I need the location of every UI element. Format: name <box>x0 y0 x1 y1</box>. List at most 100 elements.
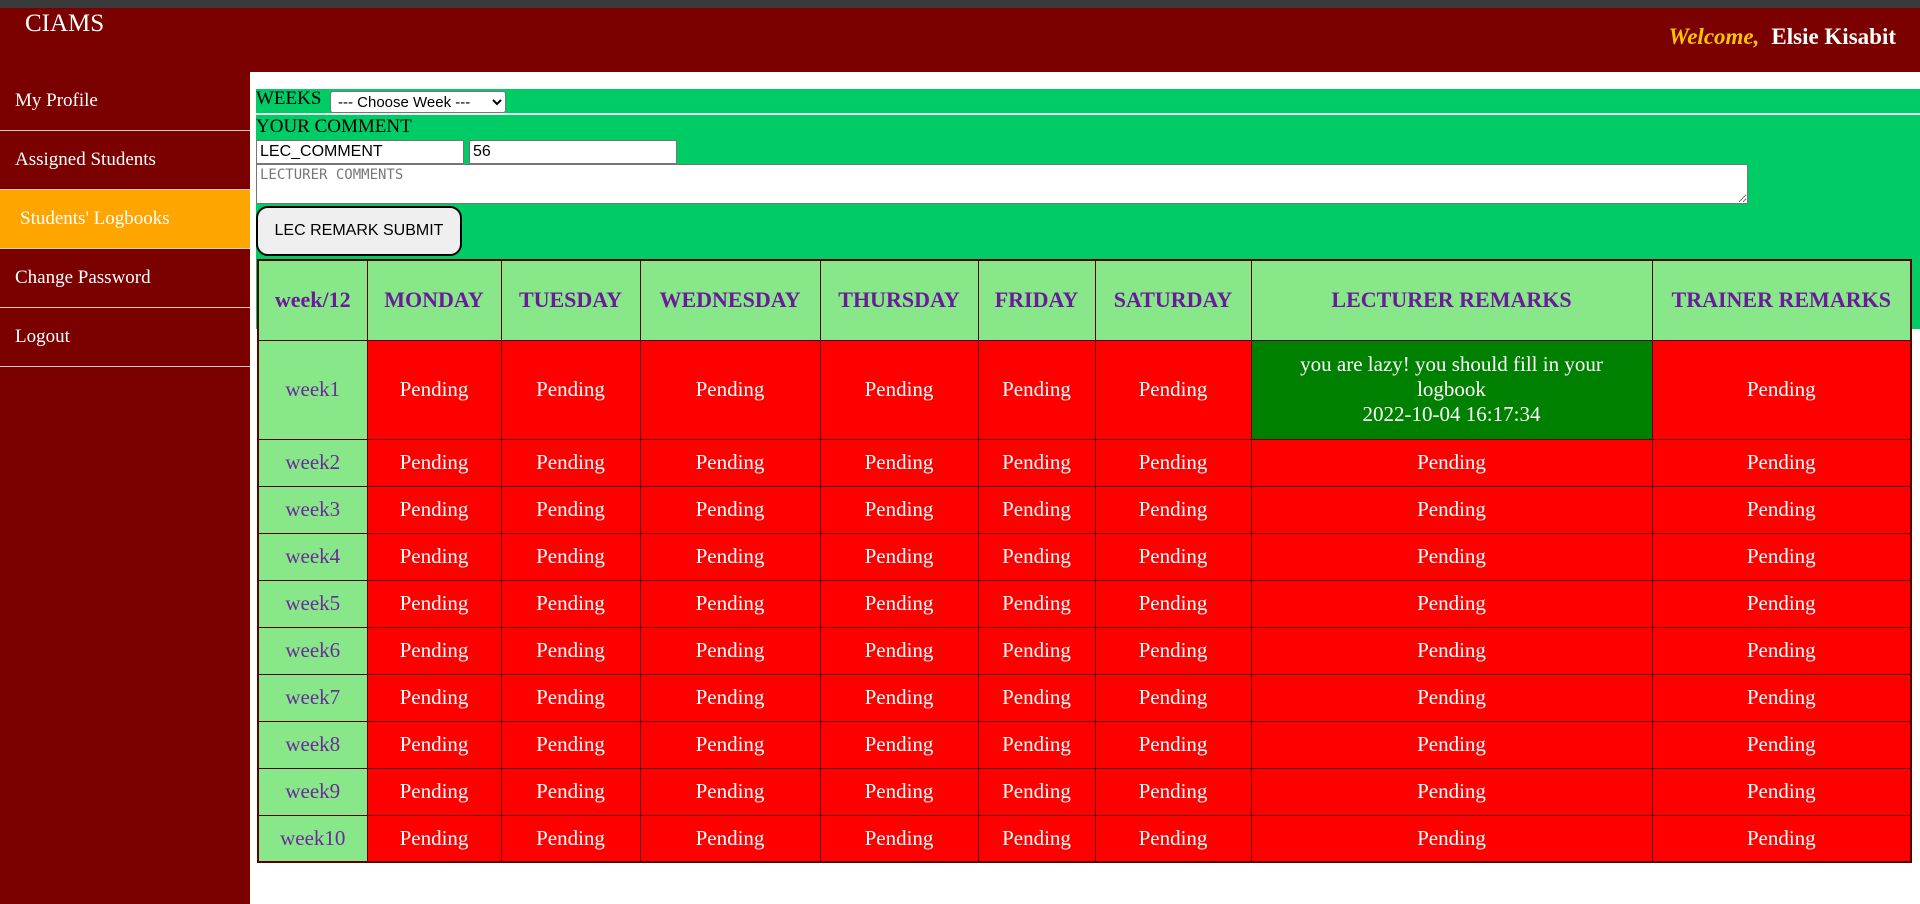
col-header-wednesday: WEDNESDAY <box>639 259 821 341</box>
week-cell: week2 <box>257 438 368 487</box>
table-row: week7 Pending Pending Pending Pending Pending… <box>257 673 1912 722</box>
thursday-status-cell: Pending <box>819 814 979 863</box>
lecturer-remark-cell: Pending <box>1250 814 1653 863</box>
tuesday-status-cell: Pending <box>500 485 641 534</box>
tuesday-status-cell: Pending <box>500 579 641 628</box>
monday-status-cell: Pending <box>366 767 502 816</box>
logbook-table: week/12 MONDAY TUESDAY WEDNESDAY THURSDA… <box>257 259 1912 863</box>
saturday-status-cell: Pending <box>1094 579 1252 628</box>
col-header-monday: MONDAY <box>366 259 502 341</box>
lecturer-remark-timestamp: 2022-10-04 16:17:34 <box>1362 402 1541 426</box>
tuesday-status-cell: Pending <box>500 438 641 487</box>
friday-status-cell: Pending <box>977 767 1096 816</box>
thursday-status-cell: Pending <box>819 720 979 769</box>
monday-status-cell: Pending <box>366 485 502 534</box>
lec-remark-submit-button[interactable]: LEC REMARK SUBMIT <box>256 206 462 256</box>
table-row: week8 Pending Pending Pending Pending Pending… <box>257 720 1912 769</box>
wednesday-status-cell: Pending <box>639 720 821 769</box>
table-row: week10 Pending Pending Pending Pending Pendin… <box>257 814 1912 863</box>
col-header-lecturer-remarks: LECTURER REMARKS <box>1250 259 1653 341</box>
table-row: week5 Pending Pending Pending Pending Pending… <box>257 579 1912 628</box>
monday-status-cell: Pending <box>366 532 502 581</box>
lecturer-remark-cell: you are lazy! you should fill in your lo… <box>1250 339 1653 440</box>
week-cell: week4 <box>257 532 368 581</box>
weeks-label: WEEKS <box>256 88 322 109</box>
col-header-tuesday: TUESDAY <box>500 259 641 341</box>
welcome-label: Welcome, <box>1668 24 1760 49</box>
saturday-status-cell: Pending <box>1094 626 1252 675</box>
table-row: week3 Pending Pending Pending Pending Pending… <box>257 485 1912 534</box>
wednesday-status-cell: Pending <box>639 767 821 816</box>
tuesday-status-cell: Pending <box>500 767 641 816</box>
week-cell: week1 <box>257 339 368 440</box>
table-row: week6 Pending Pending Pending Pending Pending… <box>257 626 1912 675</box>
main-content: WEEKS --- Choose Week --- YOUR COMMENT L… <box>250 72 1920 904</box>
friday-status-cell: Pending <box>977 438 1096 487</box>
thursday-status-cell: Pending <box>819 532 979 581</box>
saturday-status-cell: Pending <box>1094 438 1252 487</box>
lecturer-remark-cell: Pending <box>1250 767 1653 816</box>
lecturer-remark-cell: Pending <box>1250 720 1653 769</box>
trainer-remark-cell: Pending <box>1651 438 1912 487</box>
monday-status-cell: Pending <box>366 673 502 722</box>
sidebar: My Profile Assigned Students Students' L… <box>0 72 250 904</box>
friday-status-cell: Pending <box>977 339 1096 440</box>
table-row: week1 Pending Pending Pending Pending Pending… <box>257 339 1912 440</box>
tuesday-status-cell: Pending <box>500 339 641 440</box>
table-row: week9 Pending Pending Pending Pending Pending… <box>257 767 1912 816</box>
sidebar-item-assigned-students[interactable]: Assigned Students <box>0 131 250 190</box>
sidebar-item-students-logbooks[interactable]: Students' Logbooks <box>0 190 250 249</box>
tuesday-status-cell: Pending <box>500 532 641 581</box>
week-cell: week3 <box>257 485 368 534</box>
saturday-status-cell: Pending <box>1094 720 1252 769</box>
tuesday-status-cell: Pending <box>500 626 641 675</box>
trainer-remark-cell: Pending <box>1651 814 1912 863</box>
window-top-strip <box>0 0 1920 8</box>
thursday-status-cell: Pending <box>819 339 979 440</box>
trainer-remark-cell: Pending <box>1651 767 1912 816</box>
saturday-status-cell: Pending <box>1094 485 1252 534</box>
wednesday-status-cell: Pending <box>639 814 821 863</box>
lecturer-remark-cell: Pending <box>1250 579 1653 628</box>
col-header-saturday: SATURDAY <box>1094 259 1252 341</box>
tuesday-status-cell: Pending <box>500 814 641 863</box>
weeks-row: WEEKS --- Choose Week --- <box>256 88 1920 115</box>
app-title: CIAMS <box>25 10 105 37</box>
lecturer-remark-cell: Pending <box>1250 626 1653 675</box>
wednesday-status-cell: Pending <box>639 485 821 534</box>
table-row: week4 Pending Pending Pending Pending Pending… <box>257 532 1912 581</box>
col-header-trainer-remarks: TRAINER REMARKS <box>1651 259 1912 341</box>
your-comment-label: YOUR COMMENT <box>256 116 412 137</box>
wednesday-status-cell: Pending <box>639 339 821 440</box>
friday-status-cell: Pending <box>977 814 1096 863</box>
trainer-remark-cell: Pending <box>1651 673 1912 722</box>
comment-type-field[interactable] <box>256 140 464 164</box>
tuesday-status-cell: Pending <box>500 673 641 722</box>
thursday-status-cell: Pending <box>819 767 979 816</box>
welcome-message: Welcome, Elsie Kisabit <box>1668 24 1896 50</box>
sidebar-item-change-password[interactable]: Change Password <box>0 249 250 308</box>
trainer-remark-cell: Pending <box>1651 339 1912 440</box>
week-cell: week6 <box>257 626 368 675</box>
monday-status-cell: Pending <box>366 339 502 440</box>
monday-status-cell: Pending <box>366 720 502 769</box>
saturday-status-cell: Pending <box>1094 339 1252 440</box>
trainer-remark-cell: Pending <box>1651 532 1912 581</box>
week-cell: week9 <box>257 767 368 816</box>
lecturer-comments-textarea[interactable] <box>256 164 1748 204</box>
comment-id-field[interactable] <box>469 140 677 164</box>
tuesday-status-cell: Pending <box>500 720 641 769</box>
lecturer-remark-text: you are lazy! you should fill in your lo… <box>1300 352 1603 401</box>
sidebar-item-logout[interactable]: Logout <box>0 308 250 367</box>
col-header-friday: FRIDAY <box>977 259 1096 341</box>
table-header-row: week/12 MONDAY TUESDAY WEDNESDAY THURSDA… <box>257 259 1912 341</box>
sidebar-item-my-profile[interactable]: My Profile <box>0 72 250 131</box>
col-header-week: week/12 <box>257 259 368 341</box>
thursday-status-cell: Pending <box>819 579 979 628</box>
week-select[interactable]: --- Choose Week --- <box>330 91 506 113</box>
thursday-status-cell: Pending <box>819 673 979 722</box>
saturday-status-cell: Pending <box>1094 532 1252 581</box>
table-row: week2 Pending Pending Pending Pending Pending… <box>257 438 1912 487</box>
friday-status-cell: Pending <box>977 720 1096 769</box>
trainer-remark-cell: Pending <box>1651 626 1912 675</box>
